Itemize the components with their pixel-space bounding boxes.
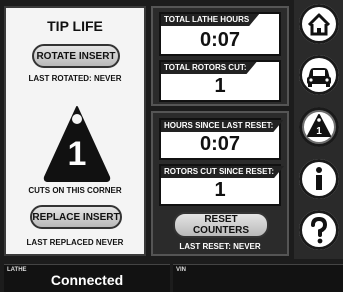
nav-home-button[interactable] — [299, 4, 339, 44]
tip-triangle-icon: 1 — [304, 112, 334, 142]
vin-status-bar: VIN — [173, 264, 343, 292]
cuts-count: 1 — [67, 135, 87, 173]
tip-life-panel: TIP LIFE ROTATE INSERT LAST ROTATED: NEV… — [4, 6, 146, 256]
total-lathe-hours-box: TOTAL LATHE HOURS 0:07 — [159, 12, 281, 56]
nav-tip-life-button[interactable]: 1 — [299, 107, 339, 147]
rotors-since-reset-value: 1 — [214, 179, 226, 201]
rotate-insert-button[interactable]: ROTATE INSERT — [32, 44, 120, 68]
total-lathe-hours-value: 0:07 — [199, 29, 241, 51]
nav-vehicle-button[interactable] — [299, 55, 339, 95]
help-icon — [311, 216, 328, 244]
hours-since-reset-box: HOURS SINCE LAST RESET: 0:07 — [159, 118, 281, 160]
last-replaced-text: LAST REPLACED NEVER — [26, 238, 124, 247]
totals-panel: TOTAL LATHE HOURS 0:07 TOTAL ROTORS CUT:… — [151, 6, 289, 106]
car-icon — [307, 68, 331, 87]
lathe-connection-value: Connected — [50, 272, 124, 288]
total-rotors-cut-value: 1 — [214, 75, 226, 97]
insert-corner-indicator: 1 — [42, 103, 112, 183]
nav-info-button[interactable] — [299, 159, 339, 199]
hours-since-reset-value: 0:07 — [199, 133, 241, 155]
last-rotated-text: LAST ROTATED: NEVER — [28, 74, 122, 83]
side-navigation: 1 — [294, 0, 343, 259]
home-icon — [307, 13, 331, 36]
rotors-since-reset-box: ROTORS CUT SINCE RESET: 1 — [159, 164, 281, 206]
total-lathe-hours-label: TOTAL LATHE HOURS — [161, 14, 259, 26]
svg-text:1: 1 — [316, 126, 322, 137]
cuts-caption: CUTS ON THIS CORNER — [28, 186, 122, 195]
app-frame: TIP LIFE ROTATE INSERT LAST ROTATED: NEV… — [0, 0, 343, 292]
hours-since-reset-label: HOURS SINCE LAST RESET: — [161, 120, 283, 132]
tip-life-title: TIP LIFE — [47, 18, 103, 34]
vin-tag: VIN — [176, 267, 187, 273]
rotors-since-reset-label: ROTORS CUT SINCE RESET: — [161, 166, 284, 178]
total-rotors-cut-box: TOTAL ROTORS CUT: 1 — [159, 60, 281, 102]
info-icon — [316, 167, 322, 190]
last-reset-text: LAST RESET: NEVER — [179, 242, 261, 251]
nav-help-button[interactable] — [299, 210, 339, 250]
total-rotors-cut-label: TOTAL ROTORS CUT: — [161, 62, 257, 74]
replace-insert-button[interactable]: REPLACE INSERT — [30, 205, 122, 229]
reset-counters-button[interactable]: RESET COUNTERS — [173, 212, 269, 238]
since-reset-panel: HOURS SINCE LAST RESET: 0:07 ROTORS CUT … — [151, 111, 289, 256]
lathe-status-bar: LATHE Connected — [4, 264, 170, 292]
